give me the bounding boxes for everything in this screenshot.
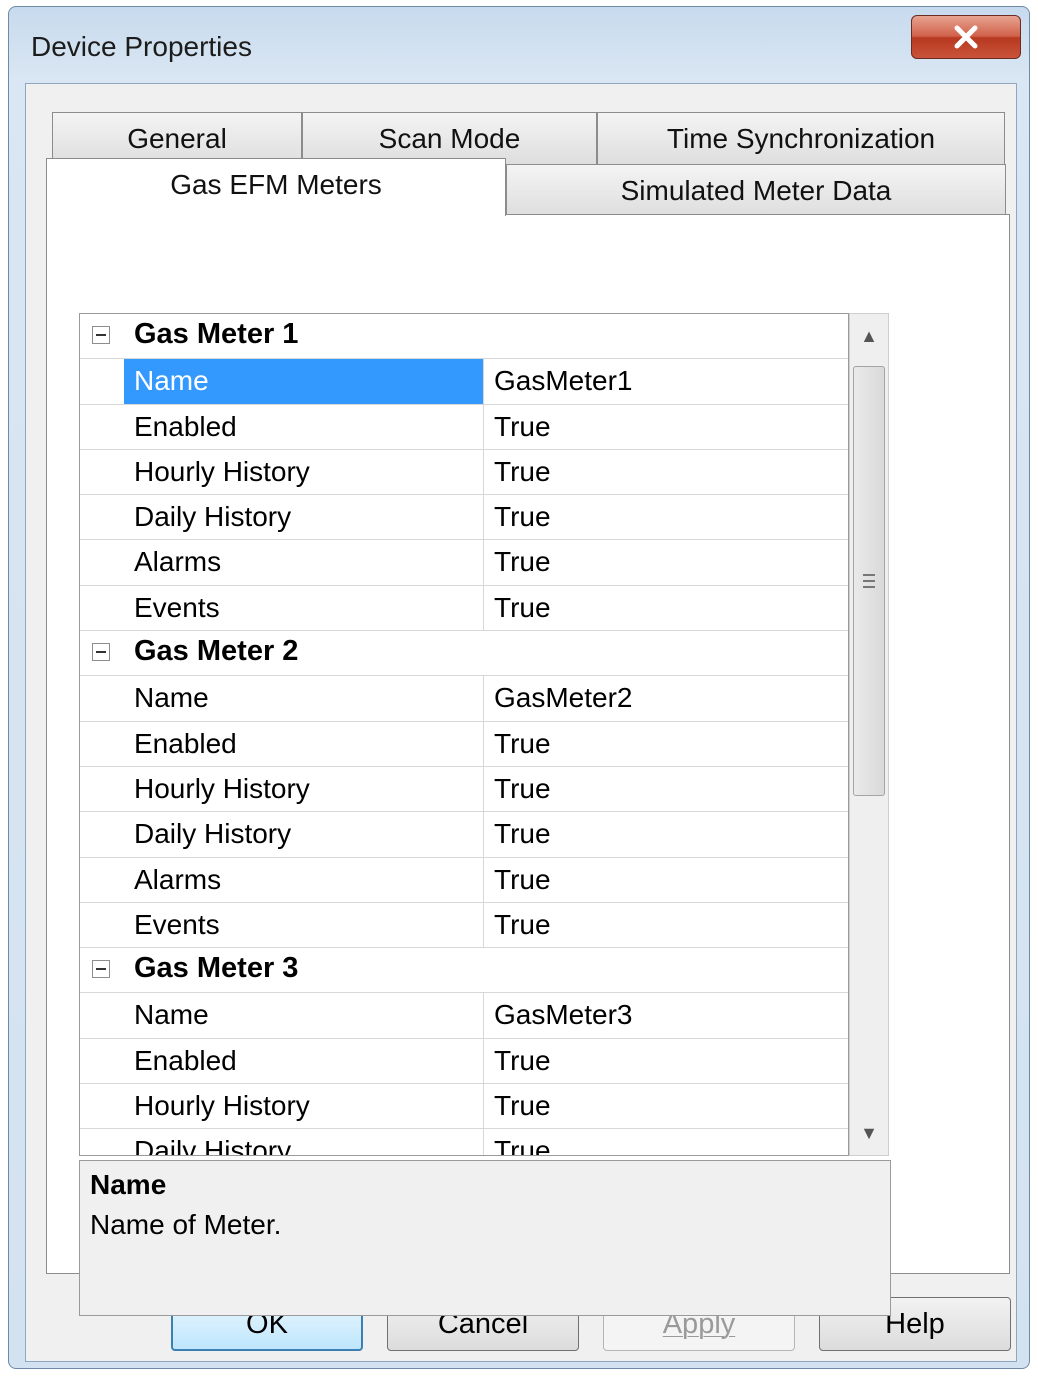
- grid-row-margin: [80, 902, 124, 948]
- collapse-icon[interactable]: [92, 643, 110, 662]
- tab-general[interactable]: General: [52, 112, 302, 164]
- property-value[interactable]: GasMeter3: [484, 993, 848, 1037]
- grid-row-margin: [80, 404, 124, 449]
- grid-property-row[interactable]: Alarms True: [80, 540, 848, 586]
- collapse-icon[interactable]: [92, 960, 110, 979]
- property-value[interactable]: True: [484, 495, 848, 539]
- property-name[interactable]: Daily History: [124, 495, 484, 540]
- grid-row-margin: [80, 676, 124, 721]
- grid-property-row[interactable]: Daily History True: [80, 495, 848, 541]
- grid-row-margin: [80, 540, 124, 585]
- property-name[interactable]: Hourly History: [124, 1084, 484, 1129]
- grid-category-label: Gas Meter 1: [134, 318, 299, 350]
- scroll-up-arrow-icon[interactable]: ▲: [850, 314, 888, 358]
- property-name[interactable]: Daily History: [124, 812, 484, 857]
- scroll-thumb[interactable]: [853, 366, 885, 796]
- grid-row-margin: [80, 1038, 124, 1084]
- property-grid-scrollbar[interactable]: ▲ ▼: [849, 313, 889, 1156]
- grid-property-row[interactable]: Hourly History True: [80, 1084, 848, 1130]
- grid-property-row[interactable]: Name GasMeter3: [80, 993, 848, 1039]
- scroll-down-arrow-icon[interactable]: ▼: [850, 1111, 888, 1155]
- property-value[interactable]: GasMeter1: [484, 359, 848, 403]
- grid-row-margin: [80, 812, 124, 857]
- device-properties-window: Device Properties General Scan Mode Time…: [8, 6, 1030, 1369]
- property-name[interactable]: Alarms: [124, 857, 484, 902]
- grid-property-row[interactable]: Alarms True: [80, 857, 848, 903]
- close-button[interactable]: [911, 15, 1021, 59]
- gas-efm-meters-panel: Gas Meter 1 Name GasMeter1 Enabled True Hourl…: [46, 214, 1010, 1316]
- grid-property-row[interactable]: Enabled True: [80, 404, 848, 450]
- property-name[interactable]: Name: [124, 359, 484, 404]
- grid-row-margin: [80, 449, 124, 495]
- tab-gas-efm-meters[interactable]: Gas EFM Meters: [46, 158, 506, 216]
- grid-property-row[interactable]: Name GasMeter2: [80, 676, 848, 722]
- property-value[interactable]: True: [484, 450, 848, 494]
- property-name[interactable]: Enabled: [124, 404, 484, 449]
- property-value[interactable]: GasMeter2: [484, 676, 848, 720]
- grid-row-margin: [80, 585, 124, 631]
- help-description: Name of Meter.: [90, 1209, 282, 1240]
- property-name[interactable]: Hourly History: [124, 449, 484, 495]
- property-help-pane: Name Name of Meter.: [79, 1160, 891, 1316]
- grid-category-label: Gas Meter 3: [134, 952, 299, 985]
- property-name[interactable]: Enabled: [124, 721, 484, 766]
- property-value[interactable]: True: [484, 722, 848, 766]
- grid-category-label: Gas Meter 2: [134, 635, 299, 668]
- grid-row-margin: [80, 1084, 124, 1129]
- property-value[interactable]: True: [484, 405, 848, 449]
- property-value[interactable]: True: [484, 767, 848, 811]
- property-name[interactable]: Alarms: [124, 540, 484, 585]
- property-value[interactable]: True: [484, 1129, 848, 1155]
- grid-property-row[interactable]: Events True: [80, 902, 848, 949]
- property-value[interactable]: True: [484, 1084, 848, 1128]
- close-icon: [954, 25, 978, 49]
- grid-category-row[interactable]: Gas Meter 3: [80, 948, 848, 994]
- grid-property-row[interactable]: Enabled True: [80, 721, 848, 767]
- property-name[interactable]: Name: [124, 676, 484, 721]
- dialog-client-area: General Scan Mode Time Synchronization G…: [25, 83, 1017, 1362]
- window-title: Device Properties: [31, 31, 252, 62]
- property-value[interactable]: True: [484, 903, 848, 947]
- grid-row-margin: [80, 1129, 124, 1155]
- tab-simulated-meter-data[interactable]: Simulated Meter Data: [506, 164, 1006, 216]
- grid-row-margin: [80, 495, 124, 540]
- property-value[interactable]: True: [484, 586, 848, 630]
- grid-row-margin: [80, 721, 124, 766]
- grid-property-row[interactable]: Hourly History True: [80, 449, 848, 496]
- grid-category-row[interactable]: Gas Meter 2: [80, 631, 848, 677]
- property-value[interactable]: True: [484, 1039, 848, 1083]
- property-name[interactable]: Enabled: [124, 1038, 484, 1084]
- property-name[interactable]: Hourly History: [124, 766, 484, 812]
- tab-time-synchronization[interactable]: Time Synchronization: [597, 112, 1005, 164]
- grid-property-row[interactable]: Daily History True: [80, 1129, 848, 1155]
- property-name[interactable]: Events: [124, 585, 484, 631]
- grid-property-row[interactable]: Events True: [80, 585, 848, 632]
- property-value[interactable]: True: [484, 540, 848, 584]
- property-name[interactable]: Name: [124, 993, 484, 1038]
- grip-icon: [863, 574, 875, 588]
- grid-property-row[interactable]: Daily History True: [80, 812, 848, 858]
- grid-row-margin: [80, 766, 124, 812]
- collapse-icon[interactable]: [92, 326, 110, 344]
- property-grid[interactable]: Gas Meter 1 Name GasMeter1 Enabled True Hourl…: [79, 313, 849, 1156]
- grid-row-margin: [80, 857, 124, 902]
- grid-row-margin: [80, 993, 124, 1038]
- help-title: Name: [90, 1169, 167, 1200]
- grid-property-row[interactable]: Enabled True: [80, 1038, 848, 1085]
- grid-row-margin: [80, 359, 124, 404]
- property-value[interactable]: True: [484, 858, 848, 902]
- tab-scan-mode[interactable]: Scan Mode: [302, 112, 597, 164]
- grid-category-row[interactable]: Gas Meter 1: [80, 314, 848, 360]
- grid-property-row[interactable]: Name GasMeter1: [80, 359, 848, 405]
- property-name[interactable]: Events: [124, 902, 484, 948]
- property-grid-rows: Gas Meter 1 Name GasMeter1 Enabled True Hourl…: [80, 314, 848, 1155]
- property-name[interactable]: Daily History: [124, 1129, 484, 1155]
- grid-property-row[interactable]: Hourly History True: [80, 766, 848, 813]
- property-value[interactable]: True: [484, 812, 848, 856]
